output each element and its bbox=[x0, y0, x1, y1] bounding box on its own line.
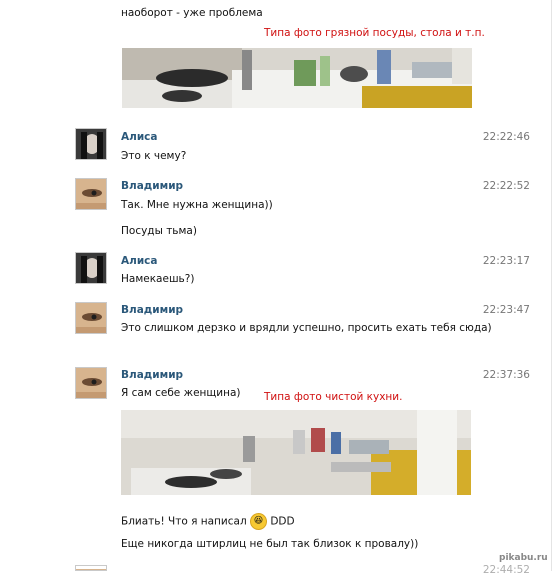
sender-name[interactable]: Владимир bbox=[121, 369, 183, 381]
dirty-photo-caption: Типа фото грязной посуды, стола и т.п. bbox=[264, 27, 485, 39]
message-time: 22:22:52 bbox=[482, 180, 530, 192]
message-time: 22:37:36 bbox=[482, 369, 530, 381]
message-time: 22:22:46 bbox=[482, 131, 530, 143]
message-time: 22:23:17 bbox=[482, 255, 530, 267]
message-text-part: Блиать! Что я написал bbox=[121, 515, 250, 528]
clean-photo-caption: Типа фото чистой кухни. bbox=[264, 391, 403, 403]
avatar[interactable] bbox=[75, 252, 107, 284]
message-text: Так. Мне нужна женщина)) bbox=[121, 199, 273, 211]
message-text: Это к чему? bbox=[121, 150, 187, 162]
message-text: Это слишком дерзко и врядли успешно, про… bbox=[121, 322, 492, 334]
message-text: Посуды тьма) bbox=[121, 225, 197, 237]
message-time: 22:23:47 bbox=[482, 304, 530, 316]
avatar[interactable] bbox=[75, 565, 107, 571]
laughing-face-icon: 😆 bbox=[250, 513, 267, 530]
avatar[interactable] bbox=[75, 128, 107, 160]
message-text: Еще никогда штирлиц не был так близок к … bbox=[121, 538, 419, 550]
message-text: Блиать! Что я написал 😆 DDD bbox=[121, 513, 295, 530]
dirty-kitchen-photo[interactable] bbox=[122, 40, 472, 108]
sender-name[interactable]: Алиса bbox=[121, 255, 157, 267]
sender-name[interactable]: Алиса bbox=[121, 131, 157, 143]
clean-kitchen-photo[interactable] bbox=[121, 410, 471, 495]
previous-message-text: наоборот - уже проблема bbox=[121, 7, 263, 19]
sender-name[interactable]: Владимир bbox=[121, 180, 183, 192]
sender-name[interactable]: Владимир bbox=[121, 304, 183, 316]
message-text-part: DDD bbox=[270, 515, 295, 528]
message-time: 22:44:52 bbox=[482, 564, 530, 576]
avatar[interactable] bbox=[75, 178, 107, 210]
watermark: pikabu.ru bbox=[499, 553, 548, 563]
message-text: Я сам себе женщина) bbox=[121, 387, 241, 399]
message-text: Намекаешь?) bbox=[121, 273, 195, 285]
avatar[interactable] bbox=[75, 302, 107, 334]
avatar[interactable] bbox=[75, 367, 107, 399]
